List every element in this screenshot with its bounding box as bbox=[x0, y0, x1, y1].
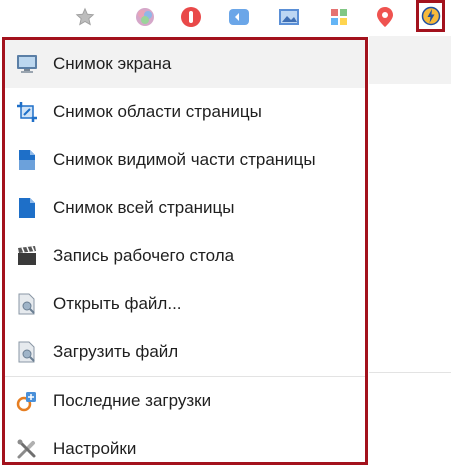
screenshot-extension-icon bbox=[421, 6, 440, 26]
extension-dropdown-menu: Снимок экрана Снимок области страницы Сн… bbox=[2, 37, 368, 465]
visible-page-icon bbox=[14, 147, 40, 173]
menu-item-upload-file[interactable]: Загрузить файл bbox=[5, 328, 365, 376]
full-page-icon bbox=[14, 195, 40, 221]
screenshot-extension-button[interactable] bbox=[416, 0, 445, 32]
settings-tools-icon bbox=[14, 436, 40, 462]
menu-item-label: Загрузить файл bbox=[53, 342, 179, 361]
blue-extension-icon[interactable] bbox=[226, 4, 252, 30]
menu-item-label: Снимок экрана bbox=[53, 54, 172, 73]
colorful-extension-icon[interactable] bbox=[132, 4, 158, 30]
menu-item-capture-full[interactable]: Снимок всей страницы bbox=[5, 184, 365, 232]
browser-toolbar bbox=[0, 0, 451, 36]
menu-item-label: Настройки bbox=[53, 439, 137, 458]
monitor-icon bbox=[14, 51, 40, 77]
menu-item-label: Снимок всей страницы bbox=[53, 198, 235, 217]
menu-item-capture-area[interactable]: Снимок области страницы bbox=[5, 88, 365, 136]
popup-background bbox=[369, 36, 451, 470]
open-file-icon bbox=[14, 291, 40, 317]
menu-item-open-file[interactable]: Открыть файл... bbox=[5, 280, 365, 328]
menu-item-capture-visible[interactable]: Снимок видимой части страницы bbox=[5, 136, 365, 184]
upload-file-icon bbox=[14, 339, 40, 365]
menu-item-label: Последние загрузки bbox=[53, 391, 212, 410]
menu-item-settings[interactable]: Настройки bbox=[5, 425, 365, 473]
recent-uploads-icon bbox=[14, 388, 40, 414]
star-icon[interactable] bbox=[72, 4, 98, 30]
crop-icon bbox=[14, 99, 40, 125]
menu-item-recent-uploads[interactable]: Последние загрузки bbox=[5, 377, 365, 425]
image-extension-icon[interactable] bbox=[276, 4, 302, 30]
map-pin-extension-icon[interactable] bbox=[372, 4, 398, 30]
puzzle-extension-icon[interactable] bbox=[326, 4, 352, 30]
red-extension-icon[interactable] bbox=[178, 4, 204, 30]
menu-item-label: Открыть файл... bbox=[53, 294, 182, 313]
clapperboard-icon bbox=[14, 243, 40, 269]
menu-item-record-desktop[interactable]: Запись рабочего стола bbox=[5, 232, 365, 280]
menu-item-screenshot[interactable]: Снимок экрана bbox=[5, 40, 365, 88]
menu-item-label: Снимок видимой части страницы bbox=[53, 150, 316, 169]
menu-item-label: Запись рабочего стола bbox=[53, 246, 235, 265]
menu-item-label: Снимок области страницы bbox=[53, 102, 262, 121]
